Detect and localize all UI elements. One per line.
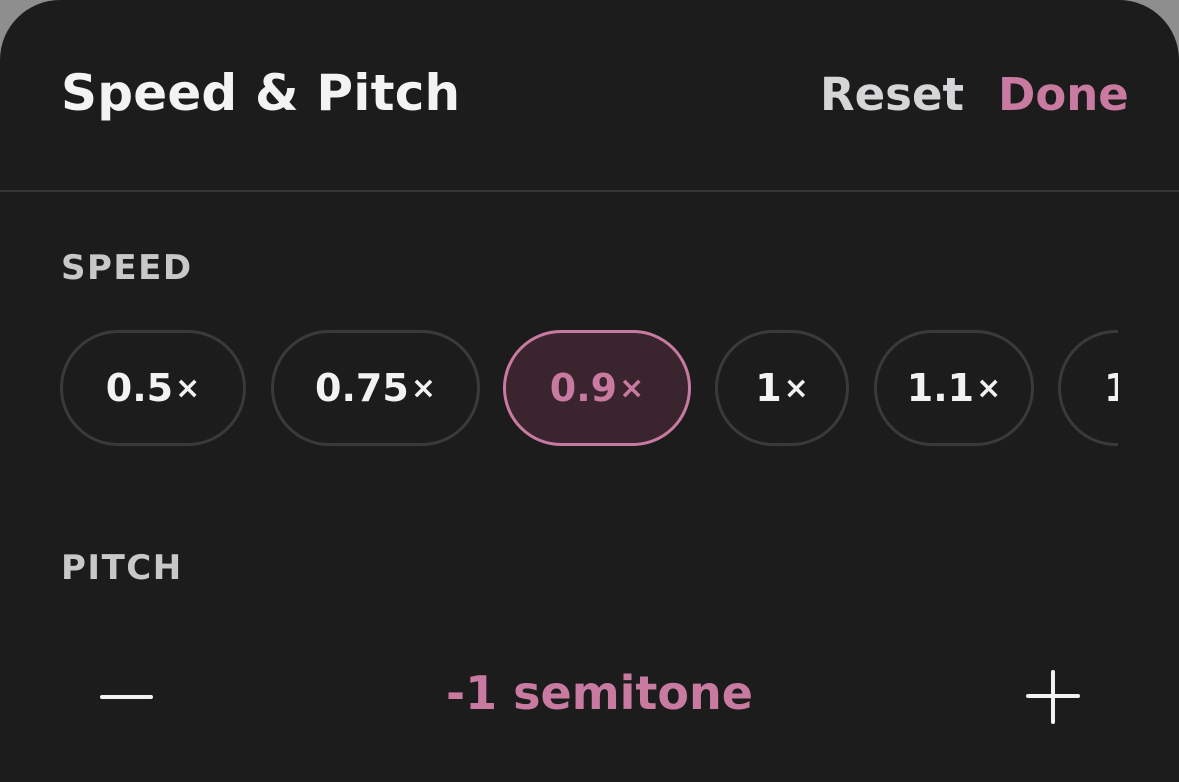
speed-chip-value: 0.9 (549, 366, 618, 410)
speed-chip-value: 0.5 (105, 366, 174, 410)
speed-chip-value: 1 (755, 366, 782, 410)
sheet-header: Speed & Pitch Reset Done (0, 0, 1179, 192)
speed-chip-0.9-selected[interactable]: 0.9 × (503, 330, 691, 446)
speed-chip-value: 0.75 (315, 366, 409, 410)
speed-chip-suffix: × (783, 370, 809, 406)
minus-icon (100, 695, 153, 699)
speed-chip-0.5[interactable]: 0.5 × (60, 330, 246, 446)
speed-chip-value: 1 (1104, 366, 1118, 410)
speed-chip-suffix: × (976, 370, 1002, 406)
speed-chip-value: 1.1 (906, 366, 975, 410)
pitch-increase-button[interactable] (1016, 660, 1088, 732)
speed-chip-list: 0.5 × 0.75 × 0.9 × 1 × 1.1 × 1 (60, 330, 1118, 446)
speed-chip-1[interactable]: 1 × (715, 330, 849, 446)
sheet-title: Speed & Pitch (61, 64, 461, 122)
pitch-stepper: -1 semitone (0, 640, 1179, 752)
speed-chip-0.75[interactable]: 0.75 × (271, 330, 480, 446)
pitch-section-label: PITCH (61, 548, 183, 588)
speed-chip-1.1[interactable]: 1.1 × (874, 330, 1034, 446)
speed-chip-suffix: × (410, 370, 436, 406)
pitch-decrease-button[interactable] (90, 666, 162, 726)
speed-pitch-sheet: Speed & Pitch Reset Done SPEED 0.5 × 0.75… (0, 0, 1179, 782)
speed-section-label: SPEED (61, 248, 193, 288)
pitch-value: -1 semitone (446, 666, 753, 720)
reset-button[interactable]: Reset (820, 68, 964, 121)
speed-chip-partial[interactable]: 1 (1058, 330, 1118, 446)
done-button[interactable]: Done (998, 68, 1129, 121)
speed-chip-suffix: × (175, 370, 201, 406)
speed-chip-suffix: × (619, 370, 645, 406)
